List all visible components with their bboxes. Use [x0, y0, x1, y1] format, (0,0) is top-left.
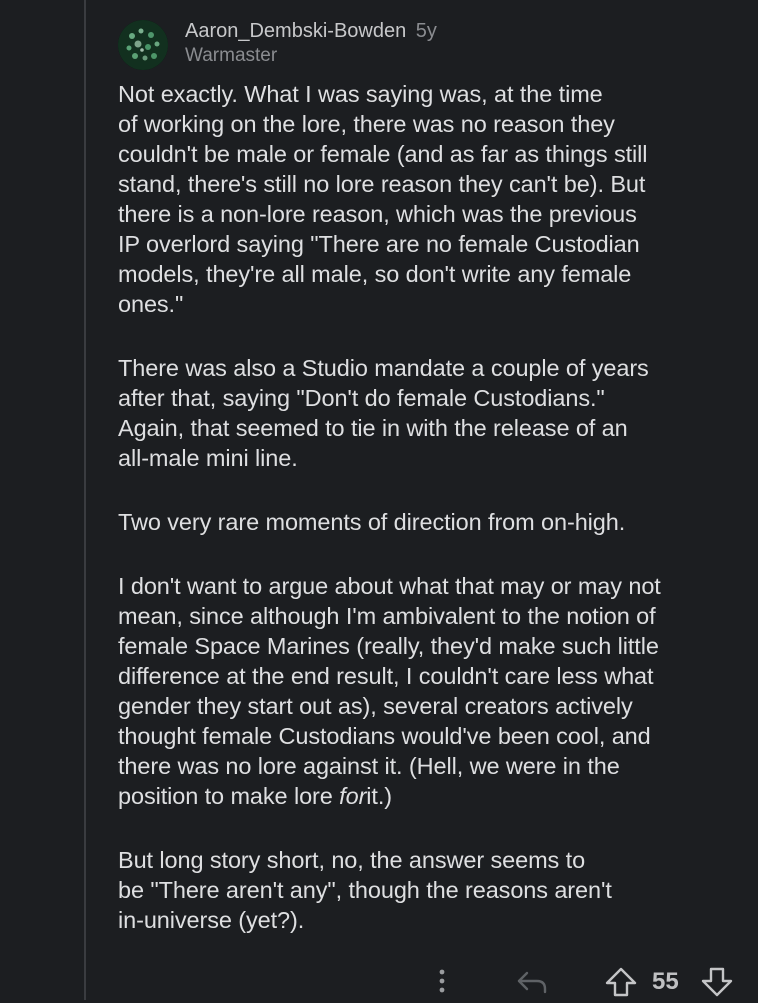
- paragraph-text: it.): [366, 783, 393, 809]
- reply-arrow-icon: [517, 971, 547, 994]
- avatar-image: [118, 20, 168, 70]
- vote-score: 55: [652, 968, 679, 995]
- comment-paragraph: There was also a Studio mandate a couple…: [118, 355, 649, 471]
- author-name[interactable]: Aaron_Dembski-Bowden: [185, 20, 406, 42]
- paragraph-text: I don't want to argue about what that ma…: [118, 573, 661, 809]
- upvote-arrow-icon: [605, 967, 637, 997]
- reply-button[interactable]: [515, 968, 549, 996]
- emphasis-text: for: [339, 783, 367, 809]
- comment-paragraph: Not exactly. What I was saying was, at t…: [118, 81, 648, 317]
- more-vertical-icon: [439, 969, 445, 993]
- comment-actions: 55: [0, 962, 758, 1000]
- more-options-button[interactable]: [432, 966, 452, 996]
- avatar[interactable]: [118, 20, 168, 70]
- comment-paragraph: Two very rare moments of direction from …: [118, 509, 626, 535]
- user-flair: Warmaster: [185, 45, 278, 66]
- comment-body: Not exactly. What I was saying was, at t…: [118, 79, 748, 935]
- comment-paragraph: But long story short, no, the answer see…: [118, 847, 612, 933]
- comment-header: Aaron_Dembski-Bowden 5y Warmaster: [185, 18, 437, 68]
- thread-line[interactable]: [84, 0, 86, 1000]
- author-line: Aaron_Dembski-Bowden 5y: [185, 18, 437, 44]
- downvote-arrow-icon: [701, 967, 733, 997]
- comment-age: 5y: [415, 20, 437, 42]
- comment-paragraph: I don't want to argue about what that ma…: [118, 571, 748, 811]
- upvote-button[interactable]: [604, 966, 638, 998]
- downvote-button[interactable]: [700, 966, 734, 998]
